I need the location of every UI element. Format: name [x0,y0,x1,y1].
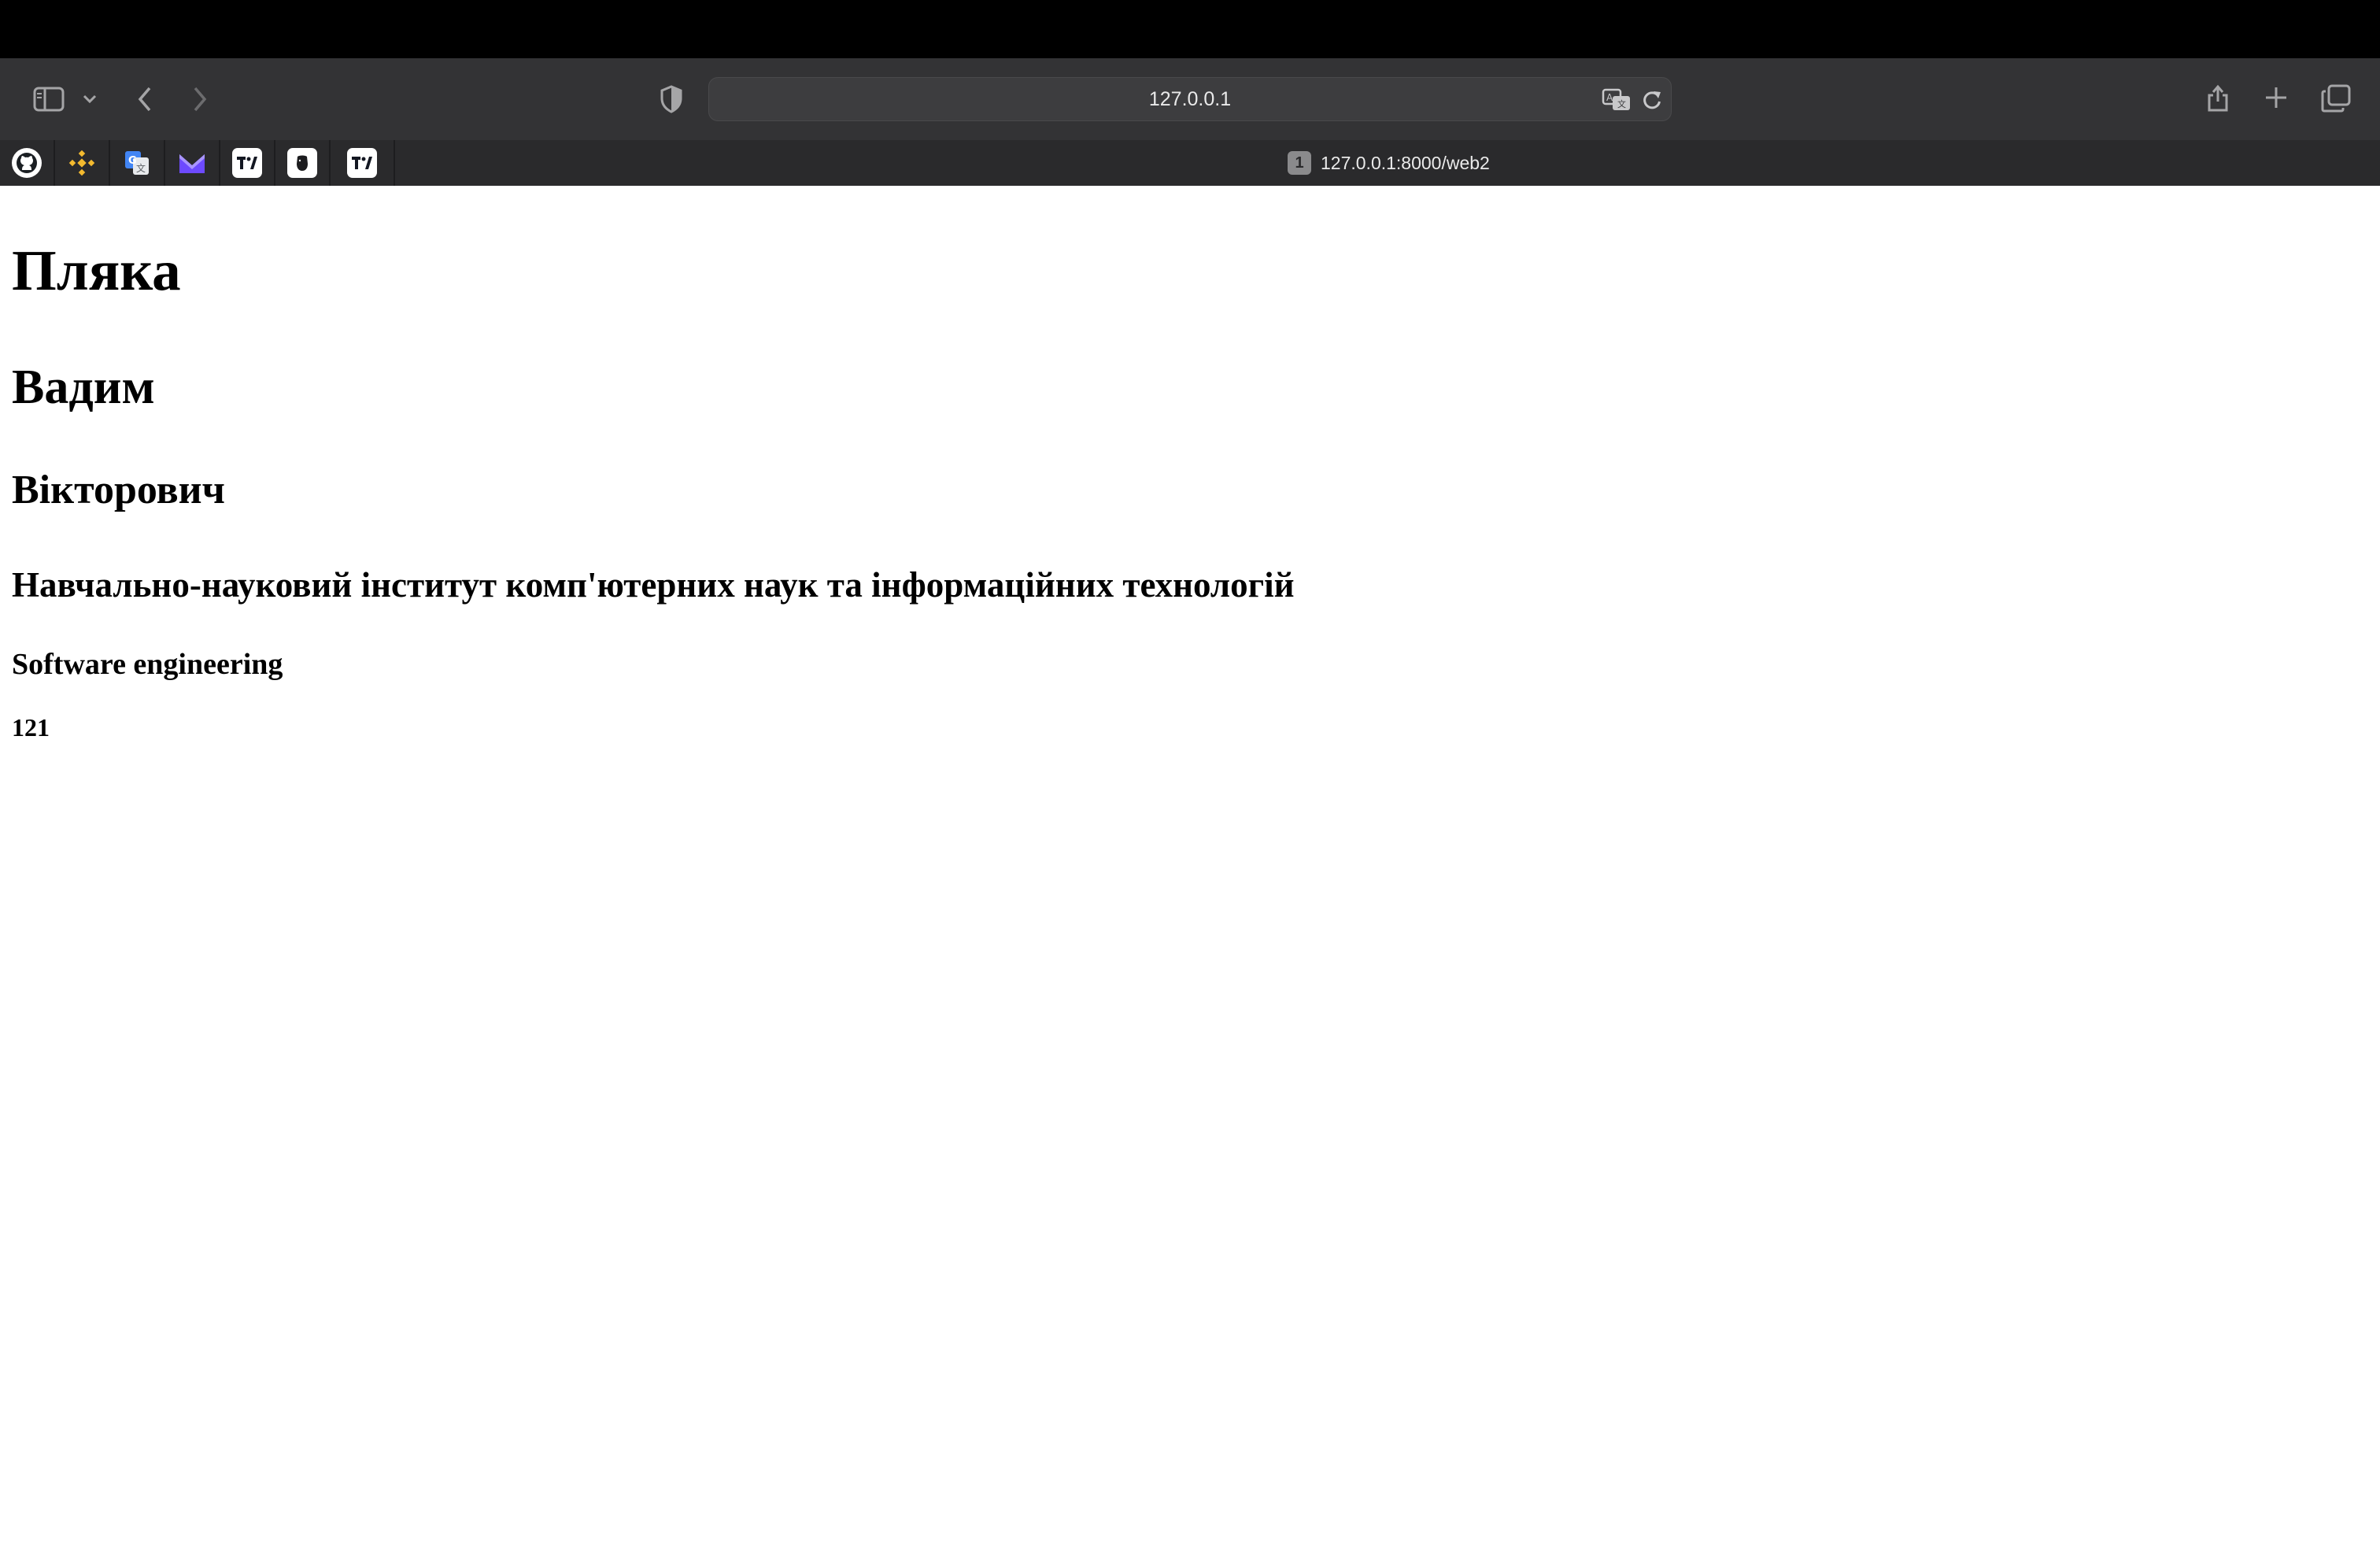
proton-mail-icon [177,148,207,178]
tradingview-icon [347,148,377,178]
google-translate-icon: G文 [122,148,152,178]
favorite-tradingview-2[interactable] [331,140,395,186]
favorite-tradingview[interactable] [220,140,275,186]
sidebar-icon[interactable] [30,80,68,118]
plus-icon[interactable] [2259,80,2293,115]
svg-text:A: A [1606,92,1613,103]
tab-bar: G文 1 127.0.0.1:8000/web2 [0,140,2380,186]
translate-icon[interactable]: A文 [1600,84,1633,116]
heading-patronymic: Вікторович [12,468,225,512]
svg-text:文: 文 [136,162,146,174]
chevron-down-icon[interactable] [79,88,101,110]
heading-code: 121 [12,713,50,742]
system-top-strip [0,0,2380,58]
back-icon[interactable] [129,80,161,118]
favorite-bear[interactable] [275,140,331,186]
address-text: 127.0.0.1 [1148,87,1232,110]
tab-active[interactable]: 1 127.0.0.1:8000/web2 [1288,140,1490,186]
heading-institute: Навчально-науковий інститут комп'ютерних… [12,565,1295,605]
address-bar[interactable]: 127.0.0.1 A文 [708,77,1672,121]
bear-icon [287,148,317,178]
reload-icon[interactable] [1638,86,1666,114]
tab-badge: 1 [1288,151,1311,175]
browser-toolbar: 127.0.0.1 A文 [0,58,2380,141]
binance-icon [67,148,97,178]
forward-icon[interactable] [184,80,216,118]
favorite-proton-mail[interactable] [165,140,220,186]
tabs-overview-icon[interactable] [2317,80,2355,117]
heading-specialty: Software engineering [12,648,283,681]
favorite-github[interactable] [0,140,55,186]
page-content: Пляка Вадим Вікторович Навчально-наукови… [0,186,2380,1546]
svg-text:文: 文 [1617,98,1626,109]
shield-icon[interactable] [655,82,688,117]
share-icon[interactable] [2201,77,2235,118]
heading-first-name: Вадим [12,361,155,414]
tab-title: 127.0.0.1:8000/web2 [1321,152,1490,173]
github-icon [12,148,42,178]
favorite-binance[interactable] [55,140,110,186]
heading-surname: Пляка [12,239,181,302]
favorite-google-translate[interactable]: G文 [110,140,165,186]
tradingview-icon [232,148,262,178]
